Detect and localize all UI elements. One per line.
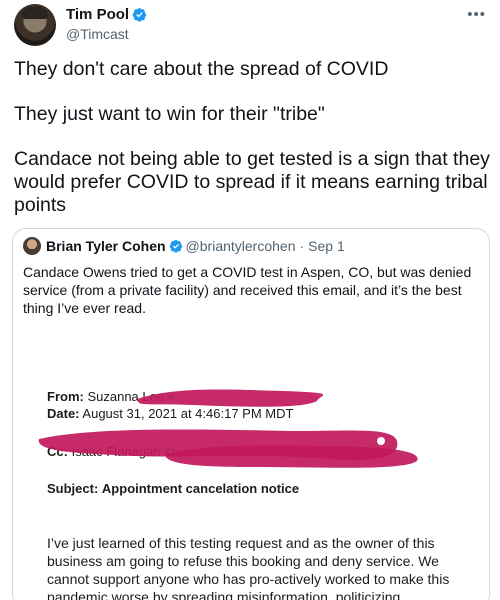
tweet-text-line-2: They just want to win for their "tribe" bbox=[14, 103, 325, 125]
email-from-value: Suzanna Lee < bbox=[87, 389, 176, 404]
tweet-header: Tim Pool @Timcast ••• bbox=[14, 4, 486, 48]
email-subject-line: Subject: Appointment cancelation notice bbox=[47, 481, 299, 496]
email-from-line: From: Suzanna Lee < bbox=[47, 389, 175, 404]
author-handle[interactable]: @Timcast bbox=[66, 26, 129, 42]
redaction-scribble-3 bbox=[165, 445, 418, 468]
quoted-tweet-date: Sep 1 bbox=[308, 238, 345, 254]
verified-badge-icon bbox=[169, 239, 182, 253]
tweet-text-line-1: They don't care about the spread of COVI… bbox=[14, 58, 389, 80]
separator-dot: · bbox=[299, 238, 305, 254]
email-cc-value: Isaac Flanagan <i bbox=[71, 444, 175, 459]
quoted-author-handle: @briantylercohen bbox=[185, 238, 296, 254]
quoted-author-name: Brian Tyler Cohen bbox=[46, 238, 166, 254]
more-options-icon[interactable]: ••• bbox=[467, 6, 486, 23]
tweet-text-line-3: Candace not being able to get tested is … bbox=[14, 148, 490, 216]
email-subject-value: Appointment cancelation notice bbox=[101, 481, 300, 496]
quoted-author-avatar bbox=[23, 237, 41, 255]
quoted-tweet-header: Brian Tyler Cohen @briantylercohen · Sep… bbox=[23, 237, 345, 255]
author-name[interactable]: Tim Pool bbox=[66, 6, 129, 23]
verified-badge-icon bbox=[132, 8, 147, 22]
email-cc-label: Cc: bbox=[47, 444, 68, 459]
author-name-row: Tim Pool bbox=[66, 6, 147, 23]
email-screenshot-image[interactable]: From: Suzanna Lee < Date: August 31, 202… bbox=[13, 319, 489, 600]
email-subject-label: Subject: bbox=[47, 481, 99, 496]
email-date-value: August 31, 2021 at 4:46:17 PM MDT bbox=[82, 406, 294, 421]
email-date-line: Date: August 31, 2021 at 4:46:17 PM MDT bbox=[47, 406, 293, 421]
email-date-label: Date: bbox=[47, 406, 80, 421]
quoted-tweet-text: Candace Owens tried to get a COVID test … bbox=[23, 264, 472, 316]
quoted-tweet[interactable]: Brian Tyler Cohen @briantylercohen · Sep… bbox=[12, 228, 490, 600]
tweet-text: They don't care about the spread of COVI… bbox=[14, 58, 490, 217]
email-body: I’ve just learned of this testing reques… bbox=[47, 535, 450, 600]
email-from-label: From: bbox=[47, 389, 84, 404]
email-cc-line: Cc: Isaac Flanagan <i bbox=[47, 444, 175, 459]
author-avatar[interactable] bbox=[14, 4, 56, 46]
